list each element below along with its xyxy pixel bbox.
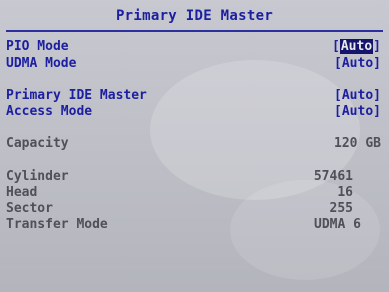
info-value: 255 <box>329 201 353 216</box>
info-label: Capacity <box>6 136 69 151</box>
info-label: Transfer Mode <box>6 217 108 232</box>
info-label: Sector <box>6 201 53 216</box>
info-transfer-mode: Transfer Mode UDMA 6 <box>6 217 381 233</box>
info-label: Cylinder <box>6 169 69 184</box>
option-value-access-mode[interactable]: [Auto] <box>334 104 381 120</box>
info-head: Head 16 <box>6 185 381 201</box>
option-label: Access Mode <box>6 104 93 119</box>
option-value-primary-ide-master[interactable]: [Auto] <box>334 88 381 104</box>
info-label: Head <box>6 185 38 200</box>
bios-screen: Primary IDE Master PIO Mode [Auto] UDMA … <box>0 0 389 292</box>
info-value: 57461 <box>313 169 353 184</box>
option-label: UDMA Mode <box>6 56 77 71</box>
page-title: Primary IDE Master <box>115 8 274 24</box>
info-capacity: Capacity 120 GB <box>6 136 381 152</box>
option-access-mode[interactable]: Access Mode [Auto] <box>6 104 381 120</box>
info-value: UDMA 6 <box>314 217 361 232</box>
info-value: 120 GB <box>334 136 381 151</box>
option-label: Primary IDE Master <box>6 88 147 103</box>
option-udma-mode[interactable]: UDMA Mode [Auto] <box>6 56 381 72</box>
info-sector: Sector 255 <box>6 201 381 217</box>
option-primary-ide-master[interactable]: Primary IDE Master [Auto] <box>6 88 381 104</box>
option-label: PIO Mode <box>6 39 69 54</box>
option-value-pio-mode[interactable]: [Auto] <box>332 39 381 55</box>
info-value: 16 <box>337 185 353 200</box>
title-bar: Primary IDE Master <box>6 2 383 32</box>
option-pio-mode[interactable]: PIO Mode [Auto] <box>6 39 381 55</box>
option-value-udma-mode[interactable]: [Auto] <box>334 56 381 72</box>
info-cylinder: Cylinder 57461 <box>6 169 381 185</box>
